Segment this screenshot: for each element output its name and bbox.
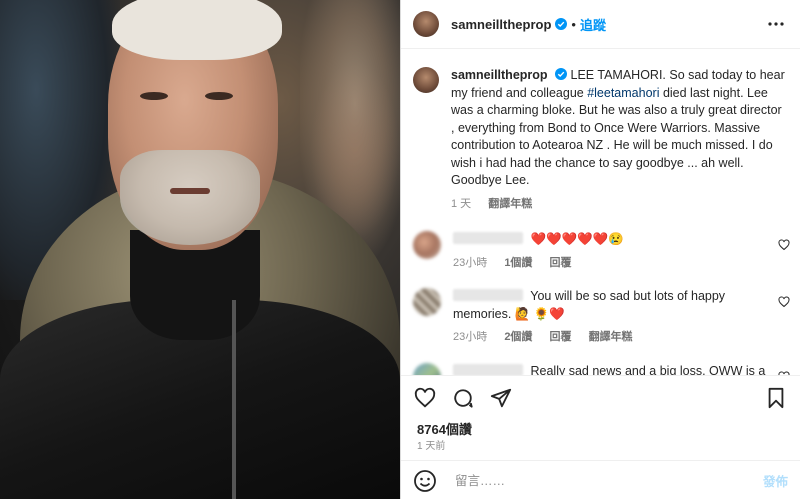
comment-text: ❤️❤️❤️❤️❤️😢 <box>530 232 624 246</box>
jacket-zipper <box>232 300 236 499</box>
author-avatar[interactable] <box>413 11 439 37</box>
like-heart-icon[interactable] <box>413 386 437 410</box>
commenter-username-blurred[interactable] <box>453 289 523 301</box>
reply-button[interactable]: 回覆 <box>550 331 572 343</box>
post-actions-bar <box>401 375 800 420</box>
comment-input[interactable] <box>453 472 763 489</box>
white-beard <box>120 150 260 245</box>
caption-time[interactable]: 1 天 <box>451 198 471 210</box>
reply-button[interactable]: 回覆 <box>550 257 572 269</box>
emoji-smiley-icon[interactable] <box>413 469 437 493</box>
like-comment-heart-icon[interactable] <box>778 239 790 251</box>
add-comment-bar: 發佈 <box>401 460 800 500</box>
post-comment-button[interactable]: 發佈 <box>763 471 788 490</box>
mouth <box>170 188 210 194</box>
save-bookmark-icon[interactable] <box>764 386 788 410</box>
caption-meta: 1 天 翻譯年糕 <box>451 196 787 214</box>
like-comment-heart-icon[interactable] <box>778 296 790 308</box>
left-eye <box>140 92 168 100</box>
commenter-avatar[interactable] <box>413 362 441 375</box>
white-hair <box>112 0 282 60</box>
comment-time[interactable]: 23小時 <box>453 257 487 269</box>
comment-likes[interactable]: 1個讚 <box>504 257 532 269</box>
follow-button[interactable]: 追蹤 <box>580 15 606 34</box>
comments-list[interactable]: samneilltheprop LEE TAMAHORI. So sad tod… <box>401 49 800 375</box>
more-options-icon[interactable] <box>764 12 788 36</box>
translate-button[interactable]: 翻譯年糕 <box>488 198 532 210</box>
commenter-avatar[interactable] <box>413 231 441 259</box>
comment-meta: 23小時 2個讚 回覆 翻譯年糕 <box>453 329 773 347</box>
likes-count[interactable]: 8764個讚 <box>417 419 472 438</box>
comment-item: ❤️❤️❤️❤️❤️😢 23小時 1個讚 回覆 <box>401 219 800 276</box>
post-header: samneilltheprop • 追蹤 <box>401 0 800 49</box>
caption-text-end: died last night. Lee was a charming blok… <box>451 85 782 188</box>
post-date[interactable]: 1 天前 <box>417 437 445 452</box>
caption: samneilltheprop LEE TAMAHORI. So sad tod… <box>401 49 800 219</box>
comment-item: Really sad news and a big loss. OWW is a… <box>401 351 800 375</box>
commenter-avatar[interactable] <box>413 288 441 316</box>
comment-meta: 23小時 1個讚 回覆 <box>453 255 773 273</box>
comment-bubble-icon[interactable] <box>451 386 475 410</box>
translate-button[interactable]: 翻譯年糕 <box>589 331 633 343</box>
instagram-post-window: samneilltheprop • 追蹤 samneilltheprop LEE… <box>0 0 800 499</box>
separator-dot: • <box>571 16 576 32</box>
hashtag-link[interactable]: #leetamahori <box>587 86 659 100</box>
comment-time[interactable]: 23小時 <box>453 331 487 343</box>
post-side-panel: samneilltheprop • 追蹤 samneilltheprop LEE… <box>400 0 800 499</box>
commenter-username-blurred[interactable] <box>453 363 523 375</box>
comment-likes[interactable]: 2個讚 <box>504 331 532 343</box>
commenter-username-blurred[interactable] <box>453 232 523 244</box>
author-username[interactable]: samneilltheprop <box>451 17 551 32</box>
author-avatar[interactable] <box>413 67 439 93</box>
verified-badge-icon <box>555 68 568 80</box>
comment-item: You will be so sad but lots of happy mem… <box>401 276 800 351</box>
caption-username[interactable]: samneilltheprop <box>451 68 548 82</box>
post-photo[interactable] <box>0 0 400 499</box>
right-eye <box>205 92 233 100</box>
share-paper-plane-icon[interactable] <box>489 386 513 410</box>
verified-badge-icon <box>555 18 568 30</box>
